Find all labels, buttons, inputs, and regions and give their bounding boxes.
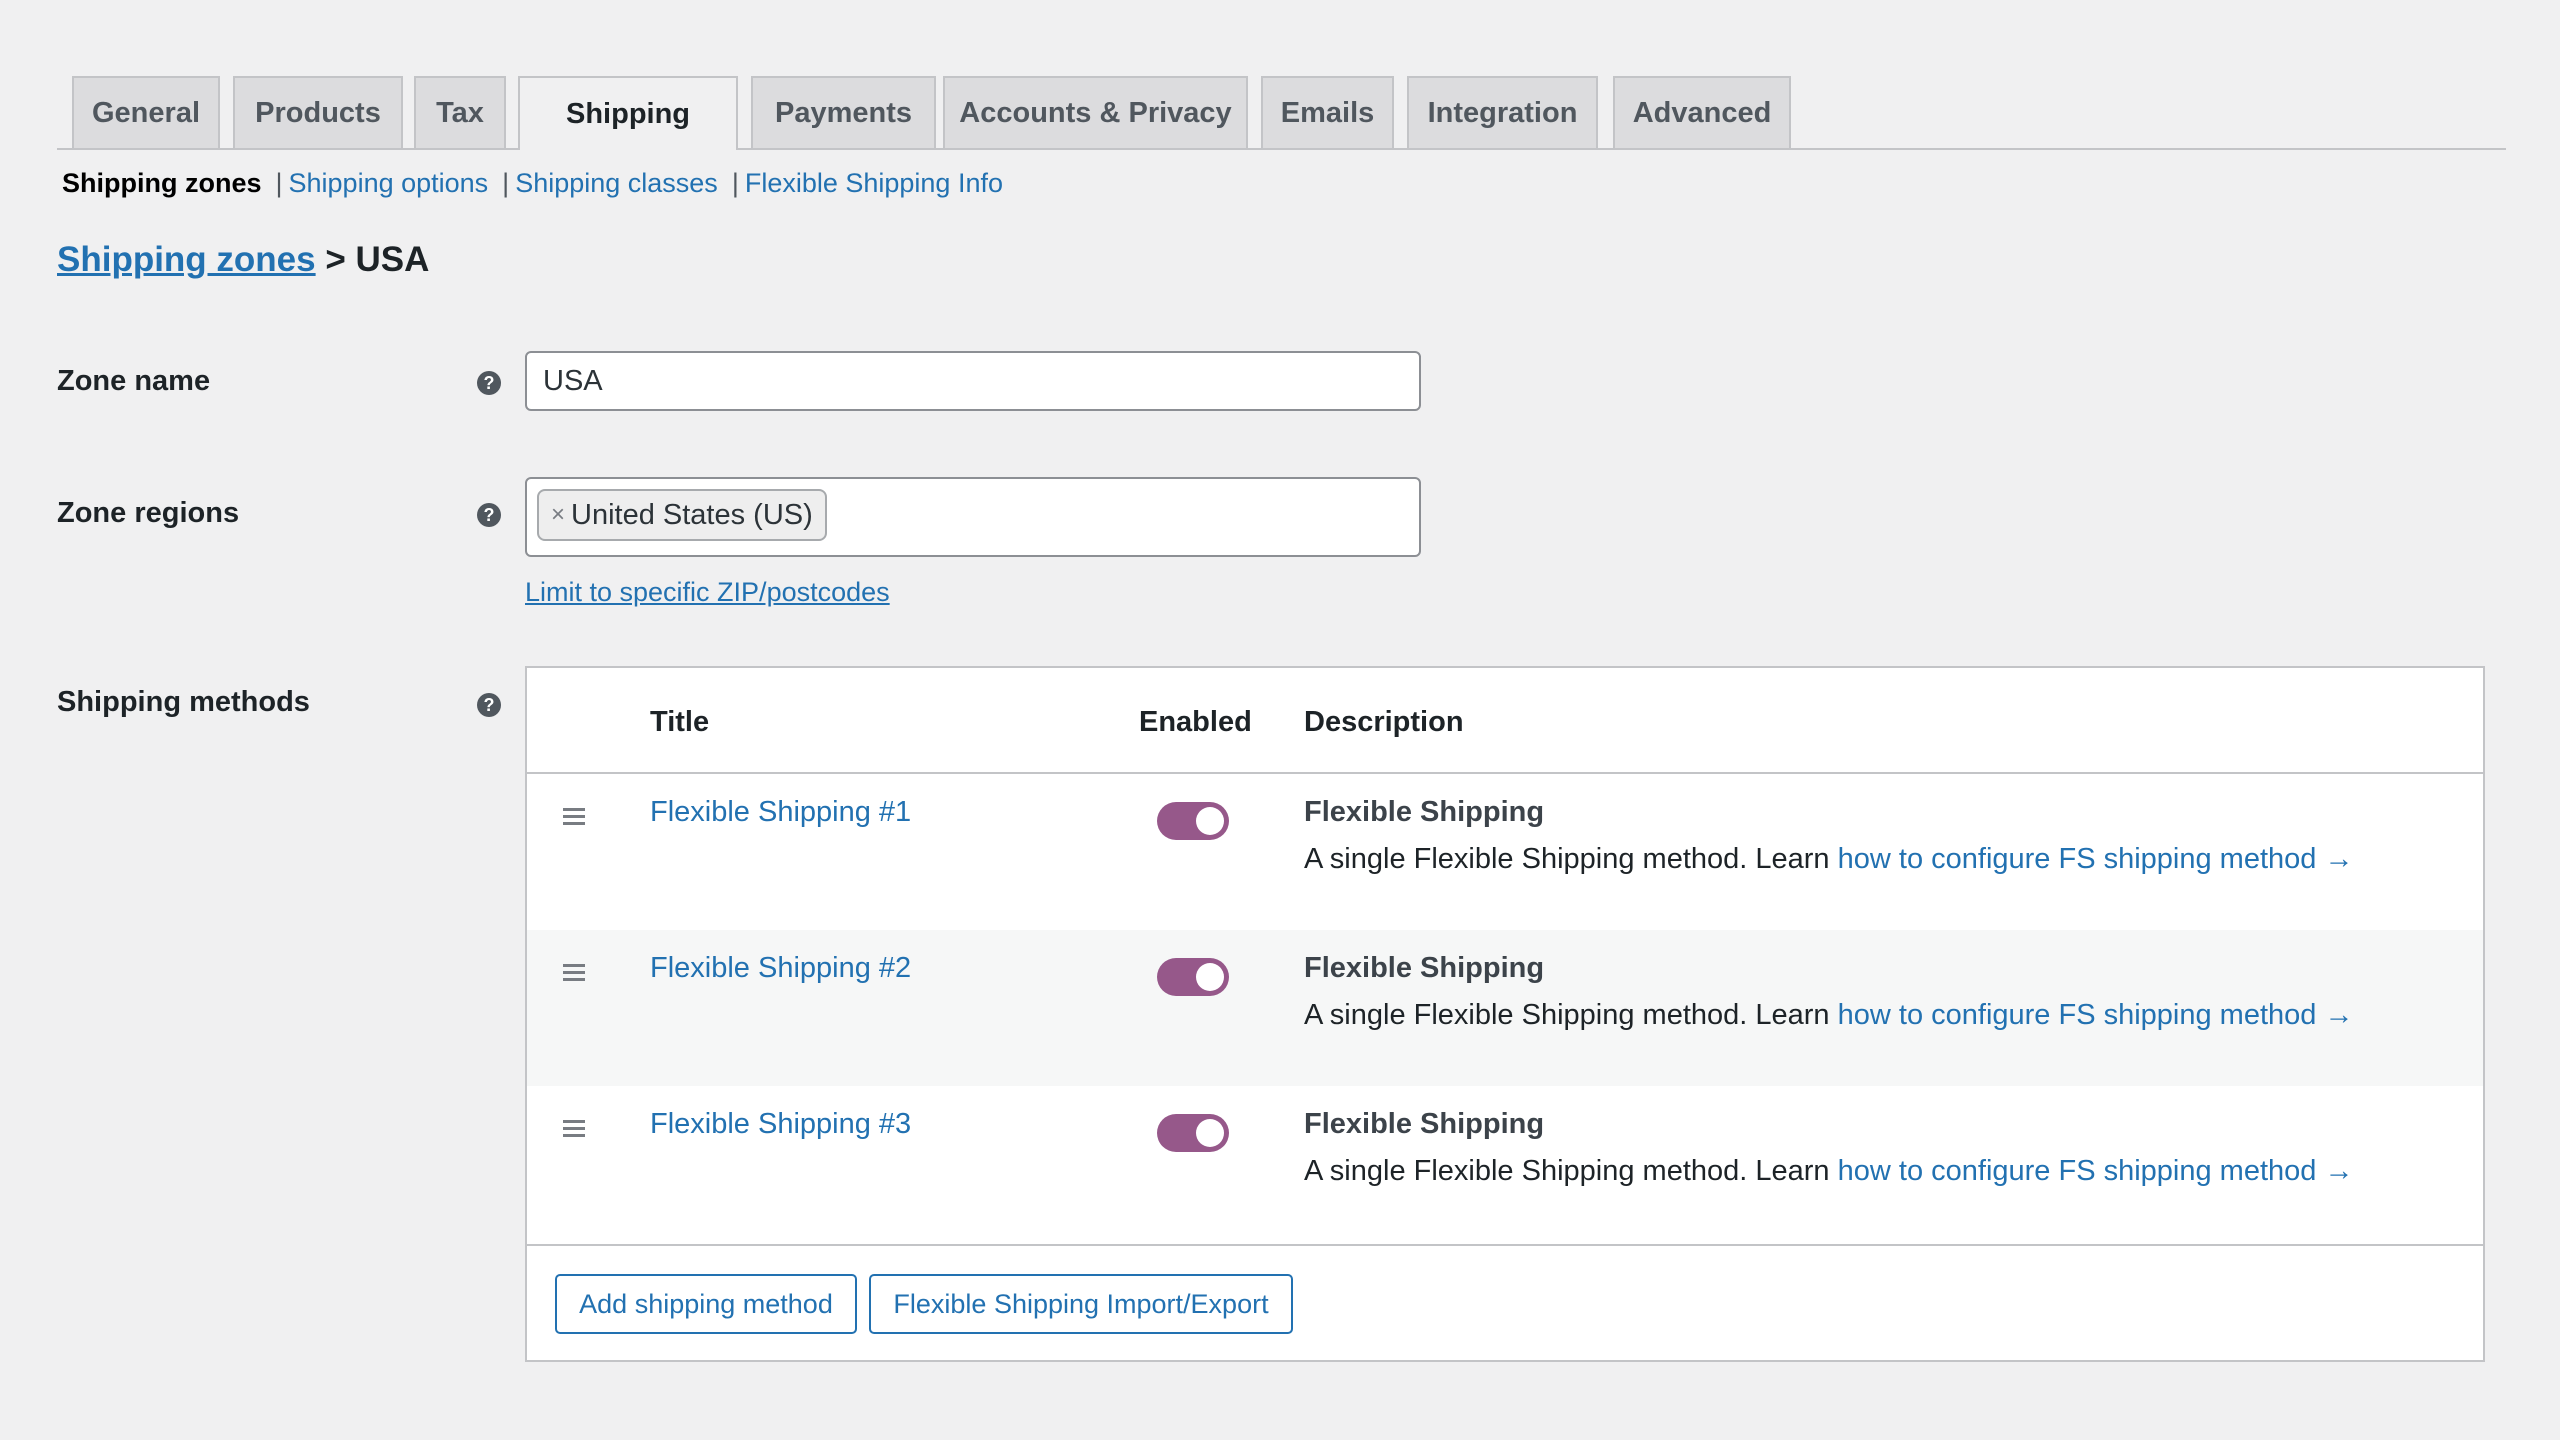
subnav-separator: | [275,168,283,198]
subnav-link-shipping-classes[interactable]: Shipping classes [515,168,718,199]
subnav-separator: | [502,168,510,198]
help-icon[interactable]: ? [477,371,501,395]
add-shipping-method-button[interactable]: Add shipping method [555,1274,857,1334]
shipping-methods-table: Title Enabled Description Flexible Shipp… [525,666,2485,1362]
description-text: A single Flexible Shipping method. Learn… [1304,843,2354,875]
enabled-toggle[interactable] [1157,1114,1229,1152]
column-header-description: Description [1304,706,1464,738]
shipping-methods-label: Shipping methods [57,686,310,718]
help-icon[interactable]: ? [477,693,501,717]
drag-handle-icon[interactable] [563,1120,585,1141]
subnav-current-shipping-zones: Shipping zones [62,168,262,198]
method-description: Flexible Shipping A single Flexible Ship… [1304,1108,2353,1188]
table-row: Flexible Shipping #3 Flexible Shipping A… [527,1086,2483,1242]
settings-tabs: General Products Tax Shipping Payments A… [57,76,2506,150]
tab-integration[interactable]: Integration [1407,76,1598,148]
subnav-link-shipping-options[interactable]: Shipping options [289,168,489,199]
description-title: Flexible Shipping [1304,796,1545,828]
drag-handle-icon[interactable] [563,964,585,985]
configure-link[interactable]: how to configure FS shipping method → [1838,1155,2354,1187]
table-row: Flexible Shipping #2 Flexible Shipping A… [527,930,2483,1086]
tab-products[interactable]: Products [233,76,403,148]
enabled-toggle[interactable] [1157,958,1229,996]
remove-chip-icon[interactable]: × [551,501,565,529]
limit-postcodes-link[interactable]: Limit to specific ZIP/postcodes [525,577,890,608]
tab-general[interactable]: General [72,76,220,148]
description-title: Flexible Shipping [1304,1108,1545,1140]
region-chip-label: United States (US) [571,498,813,531]
description-text: A single Flexible Shipping method. Learn… [1304,999,2354,1031]
breadcrumb-current: > USA [325,240,430,279]
table-footer: Add shipping method Flexible Shipping Im… [527,1244,2483,1362]
column-header-title: Title [650,706,710,738]
method-description: Flexible Shipping A single Flexible Ship… [1304,796,2353,876]
description-title: Flexible Shipping [1304,952,1545,984]
method-title-link[interactable]: Flexible Shipping #1 [650,796,911,829]
column-header-enabled: Enabled [1139,706,1252,738]
shipping-subnav: Shipping zones | Shipping options | Ship… [62,168,1003,199]
configure-link[interactable]: how to configure FS shipping method → [1838,999,2354,1031]
description-text: A single Flexible Shipping method. Learn… [1304,1155,2354,1187]
zone-name-input[interactable]: USA [525,351,1421,411]
method-description: Flexible Shipping A single Flexible Ship… [1304,952,2353,1032]
settings-page: General Products Tax Shipping Payments A… [0,0,2560,1440]
help-icon[interactable]: ? [477,503,501,527]
tab-tax[interactable]: Tax [414,76,506,148]
enabled-toggle[interactable] [1157,802,1229,840]
tab-advanced[interactable]: Advanced [1613,76,1791,148]
method-title-link[interactable]: Flexible Shipping #3 [650,1108,911,1141]
region-chip: × United States (US) [537,489,827,541]
configure-link[interactable]: how to configure FS shipping method → [1838,843,2354,875]
method-title-link[interactable]: Flexible Shipping #2 [650,952,911,985]
page-title: Shipping zones > USA [57,240,429,280]
tab-payments[interactable]: Payments [751,76,936,148]
table-row: Flexible Shipping #1 Flexible Shipping A… [527,774,2483,930]
subnav-separator: | [731,168,739,198]
tab-accounts-privacy[interactable]: Accounts & Privacy [943,76,1248,148]
table-header: Title Enabled Description [527,668,2483,774]
tab-emails[interactable]: Emails [1261,76,1394,148]
zone-regions-select[interactable]: × United States (US) [525,477,1421,557]
zone-name-label: Zone name [57,365,211,397]
breadcrumb-shipping-zones-link[interactable]: Shipping zones [57,240,316,279]
import-export-button[interactable]: Flexible Shipping Import/Export [869,1274,1293,1334]
drag-handle-icon[interactable] [563,808,585,829]
tab-shipping[interactable]: Shipping [518,76,738,150]
subnav-link-flexible-shipping-info[interactable]: Flexible Shipping Info [745,168,1003,199]
zone-regions-label: Zone regions [57,497,240,529]
